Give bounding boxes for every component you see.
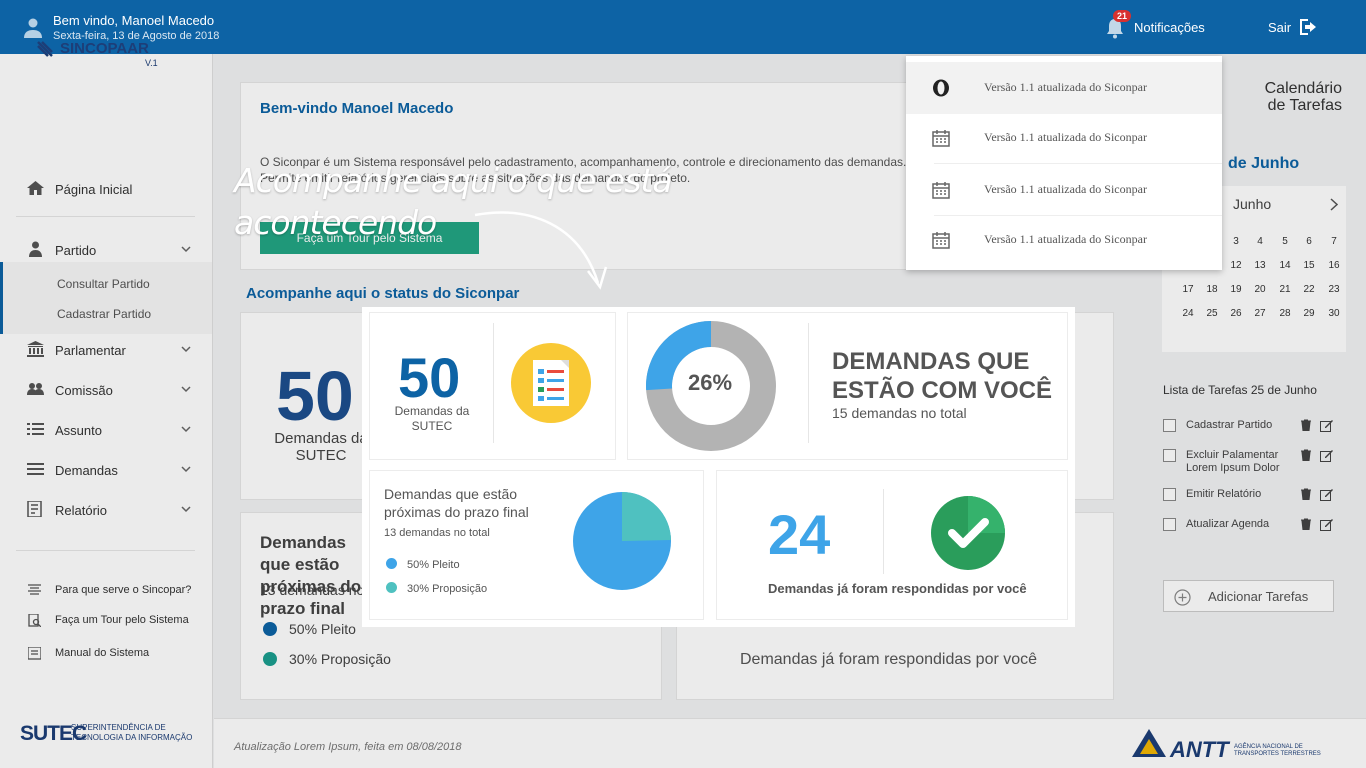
document-icon	[511, 343, 591, 423]
curved-arrow-icon	[474, 211, 608, 290]
notification-badge: 21	[1113, 10, 1132, 22]
notification-text: Versão 1.1 atualizada do Siconpar	[984, 130, 1147, 144]
top-bar: Bem vindo, Manoel Macedo Sexta-feira, 13…	[0, 0, 1366, 54]
deadline-title: Demandas que estão próximas do prazo fin…	[384, 486, 529, 520]
notification-text: Versão 1.1 atualizada do Siconpar	[984, 232, 1147, 246]
notification-item[interactable]: Versão 1.1 atualizada do Siconpar	[906, 112, 1222, 164]
notifications-link[interactable]: Notificações	[1134, 20, 1205, 35]
answered-count: 24	[768, 503, 831, 566]
exit-icon[interactable]	[1298, 18, 1320, 36]
legend-pleito: 50% Pleito	[386, 558, 460, 571]
legend-pleito-label: 50% Pleito	[407, 559, 460, 571]
notification-text: Versão 1.1 atualizada do Siconpar	[984, 80, 1147, 94]
sutec-count: 50	[398, 346, 461, 409]
divider	[808, 323, 809, 443]
answered-label: Demandas já foram respondidas por você	[768, 581, 1027, 596]
pie-chart	[573, 492, 671, 590]
sutec-label: Demandas da SUTEC	[394, 404, 470, 433]
check-icon	[931, 496, 1005, 570]
opera-icon	[933, 79, 949, 97]
deadline-count: 13 demandas no total	[384, 527, 490, 539]
divider	[493, 323, 494, 443]
with-you-subtitle: 15 demandas no total	[832, 405, 967, 421]
user-icon	[24, 18, 42, 38]
calendar-icon	[932, 182, 950, 199]
notification-item[interactable]: Versão 1.1 atualizada do Siconpar	[906, 164, 1222, 216]
notification-text: Versão 1.1 atualizada do Siconpar	[984, 182, 1147, 196]
tour-callout-line2: acontecendo	[234, 203, 437, 242]
calendar-icon	[932, 232, 950, 249]
calendar-icon	[932, 130, 950, 147]
tour-callout-line1: Acompanhe aqui o que está	[234, 161, 673, 200]
pie-slice-proposicao	[622, 492, 671, 541]
legend-proposicao-label: 30% Proposição	[407, 583, 488, 595]
donut-percent: 26%	[688, 370, 733, 395]
legend-proposicao: 30% Proposição	[386, 582, 487, 595]
notification-item[interactable]: Versão 1.1 atualizada do Siconpar	[906, 214, 1222, 266]
divider	[883, 489, 884, 574]
welcome-text: Bem vindo, Manoel Macedo	[53, 13, 215, 28]
exit-link[interactable]: Sair	[1268, 20, 1291, 35]
with-you-title: DEMANDAS QUE ESTÃO COM VOCÊ	[832, 348, 1053, 404]
notification-item[interactable]: Versão 1.1 atualizada do Siconpar	[906, 62, 1222, 114]
notification-dropdown: Versão 1.1 atualizada do Siconpar Versão…	[906, 56, 1222, 270]
